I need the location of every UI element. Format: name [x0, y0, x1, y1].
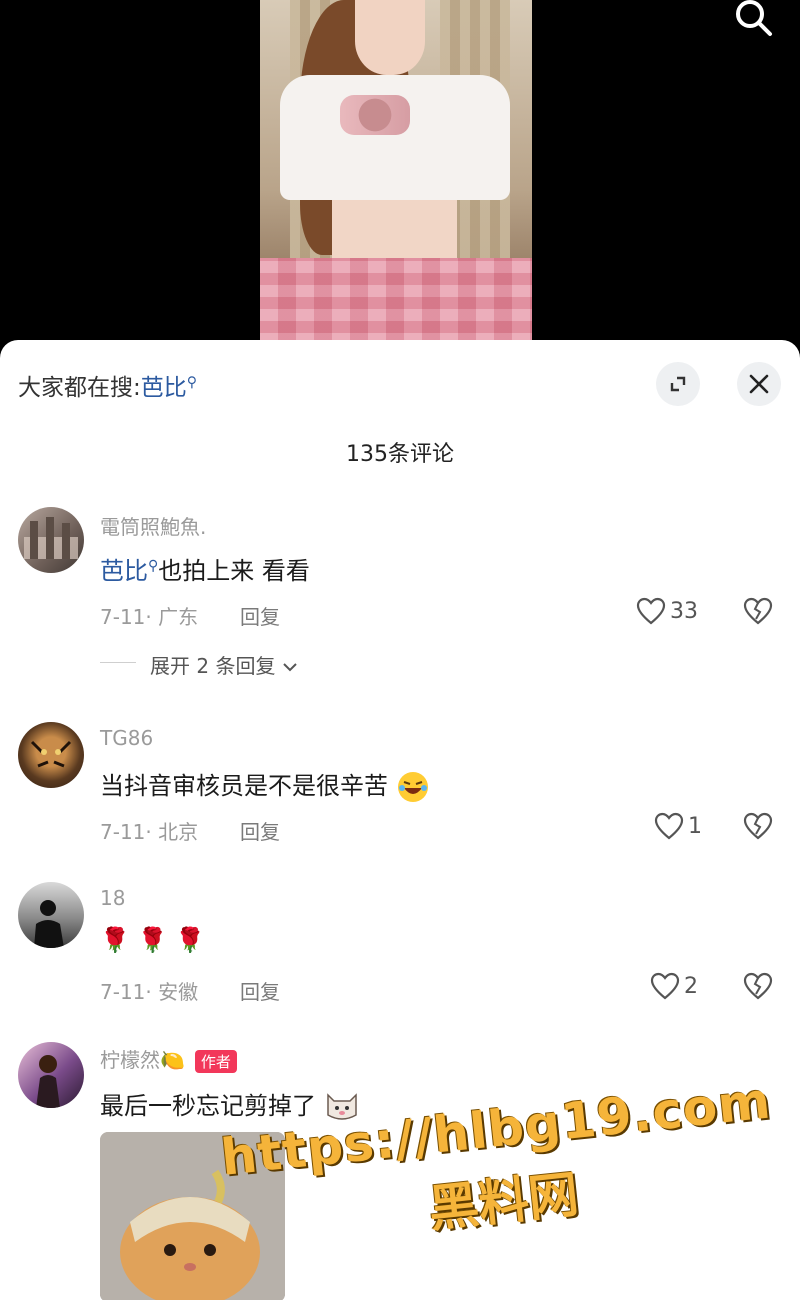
comment-username[interactable]: 柠檬然 [100, 1048, 160, 1072]
video-player[interactable] [0, 0, 800, 345]
trending-search-hint[interactable]: 大家都在搜:芭比⚲ [18, 368, 197, 402]
small-search-icon: ⚲ [148, 558, 159, 574]
reply-button[interactable]: 回复 [240, 976, 280, 1005]
close-icon [749, 374, 769, 394]
dislike-button[interactable] [742, 972, 774, 1004]
expand-divider [100, 662, 136, 663]
comment-date-location: 7-11· 安徽 [100, 980, 199, 1004]
broken-heart-icon [743, 597, 773, 625]
rolling-laughing-emoji-icon [397, 772, 428, 802]
avatar[interactable] [18, 882, 84, 948]
chevron-down-icon [283, 663, 297, 672]
comment-count-title: 135条评论 [346, 442, 454, 467]
trending-search-prefix: 大家都在搜: [18, 375, 141, 401]
broken-heart-icon [743, 972, 773, 1000]
video-figure-torso [332, 200, 457, 265]
comment-username[interactable]: TG86 [100, 726, 153, 750]
reply-button[interactable]: 回复 [240, 601, 280, 630]
comment-text: 🌹 🌹 🌹 [100, 926, 205, 954]
comment-date-location: 7-11· 广东 [100, 605, 199, 629]
heart-icon [636, 597, 666, 625]
reply-button[interactable]: 回复 [240, 816, 280, 845]
video-figure-bow [340, 95, 410, 135]
comment-search-link[interactable]: 芭比 [100, 557, 148, 585]
comment-text-body: 当抖音审核员是不是很辛苦 [100, 772, 388, 800]
expand-panel-button[interactable] [656, 362, 700, 406]
comment-username-row: 柠檬然🍋 作者 [100, 1044, 237, 1073]
video-frame [260, 0, 532, 345]
video-figure-shirt [280, 75, 510, 200]
search-icon [736, 0, 772, 36]
tiger-avatar-image [30, 740, 72, 768]
avatar[interactable] [18, 1042, 84, 1108]
heart-icon [654, 812, 684, 840]
like-count: 2 [684, 973, 698, 999]
comment-username[interactable]: 電筒照鮑魚. [100, 511, 206, 540]
author-badge: 作者 [194, 1050, 237, 1073]
expand-replies-label: 展开 2 条回复 [150, 654, 276, 678]
like-count: 1 [688, 813, 702, 839]
like-button[interactable]: 2 [650, 972, 698, 1000]
comment-text-body: 最后一秒忘记剪掉了 [100, 1092, 316, 1120]
like-button[interactable]: 33 [636, 597, 698, 625]
small-search-icon: ⚲ [186, 374, 198, 391]
dislike-button[interactable] [742, 597, 774, 629]
trending-search-term[interactable]: 芭比 [141, 375, 187, 401]
video-figure-skirt [260, 258, 532, 345]
silhouette-avatar-image [34, 900, 64, 948]
like-count: 33 [670, 598, 698, 624]
dislike-button[interactable] [742, 812, 774, 844]
close-panel-button[interactable] [737, 362, 781, 406]
lemon-emoji: 🍋 [160, 1048, 185, 1072]
avatar[interactable] [18, 507, 84, 573]
broken-heart-icon [743, 812, 773, 840]
comment-text-body: 也拍上来 看看 [158, 557, 310, 585]
author-avatar-image [36, 1055, 60, 1108]
like-button[interactable]: 1 [654, 812, 702, 840]
comment-date-location: 7-11· 北京 [100, 820, 199, 844]
comment-text: 芭比⚲也拍上来 看看 [100, 551, 310, 586]
avatar[interactable] [18, 722, 84, 788]
expand-replies-button[interactable]: 展开 2 条回复 [150, 650, 298, 679]
search-button[interactable] [732, 0, 776, 40]
avatar-image [24, 517, 78, 559]
video-figure-face [355, 0, 425, 75]
comment-username[interactable]: 18 [100, 886, 125, 910]
heart-icon [650, 972, 680, 1000]
comment-text: 当抖音审核员是不是很辛苦 [100, 766, 430, 804]
fullscreen-icon [670, 376, 686, 392]
